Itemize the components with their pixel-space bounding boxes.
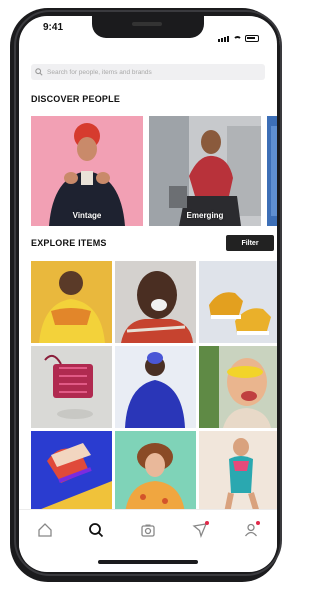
item-tile[interactable] bbox=[115, 261, 196, 343]
item-photo bbox=[31, 261, 112, 343]
search-icon bbox=[89, 523, 104, 538]
item-photo bbox=[31, 431, 112, 513]
item-photo bbox=[115, 431, 196, 513]
status-icons bbox=[218, 24, 259, 42]
app-screen: 9:41 DISCOVER PEOPLE Vintage bbox=[19, 16, 277, 572]
item-photo bbox=[199, 346, 277, 428]
person-card-label: Vintage bbox=[72, 211, 102, 220]
bottom-tab-bar bbox=[19, 509, 277, 550]
discover-people-carousel[interactable]: Vintage Emerging bbox=[31, 116, 277, 226]
item-photo bbox=[199, 431, 277, 513]
person-photo bbox=[149, 116, 261, 226]
item-tile[interactable] bbox=[31, 261, 112, 343]
phone-notch bbox=[92, 16, 204, 38]
explore-items-heading: EXPLORE ITEMS bbox=[31, 238, 107, 248]
item-tile[interactable] bbox=[31, 431, 112, 513]
filter-button[interactable]: Filter bbox=[226, 235, 274, 251]
battery-icon bbox=[245, 35, 259, 42]
item-photo bbox=[115, 261, 196, 343]
signal-icon bbox=[218, 24, 230, 42]
search-icon bbox=[35, 68, 43, 76]
item-tile[interactable] bbox=[115, 346, 196, 428]
tab-sell[interactable] bbox=[136, 518, 160, 542]
discover-people-heading: DISCOVER PEOPLE bbox=[31, 94, 121, 104]
camera-icon bbox=[141, 524, 155, 537]
person-card-vintage[interactable]: Vintage bbox=[31, 116, 143, 226]
person-card-partial[interactable] bbox=[267, 116, 277, 226]
search-input[interactable] bbox=[47, 68, 257, 76]
item-tile[interactable] bbox=[199, 346, 277, 428]
home-indicator[interactable] bbox=[98, 560, 198, 564]
explore-items-grid bbox=[31, 261, 277, 513]
person-photo bbox=[31, 116, 143, 226]
item-tile[interactable] bbox=[31, 346, 112, 428]
tab-home[interactable] bbox=[33, 518, 57, 542]
tab-search[interactable] bbox=[84, 518, 108, 542]
item-photo bbox=[199, 261, 277, 343]
item-photo bbox=[31, 346, 112, 428]
tab-activity[interactable] bbox=[188, 518, 212, 542]
search-bar[interactable] bbox=[31, 64, 265, 80]
wifi-icon bbox=[233, 36, 242, 42]
item-tile[interactable] bbox=[199, 431, 277, 513]
person-photo bbox=[267, 116, 277, 226]
notification-dot bbox=[204, 521, 209, 525]
notification-dot bbox=[256, 521, 261, 525]
item-tile[interactable] bbox=[115, 431, 196, 513]
item-photo bbox=[115, 346, 196, 428]
item-tile[interactable] bbox=[199, 261, 277, 343]
home-icon bbox=[38, 523, 52, 537]
person-card-label: Emerging bbox=[186, 211, 224, 220]
person-card-emerging[interactable]: Emerging bbox=[149, 116, 261, 226]
tab-profile[interactable] bbox=[239, 518, 263, 542]
status-time: 9:41 bbox=[43, 22, 64, 33]
